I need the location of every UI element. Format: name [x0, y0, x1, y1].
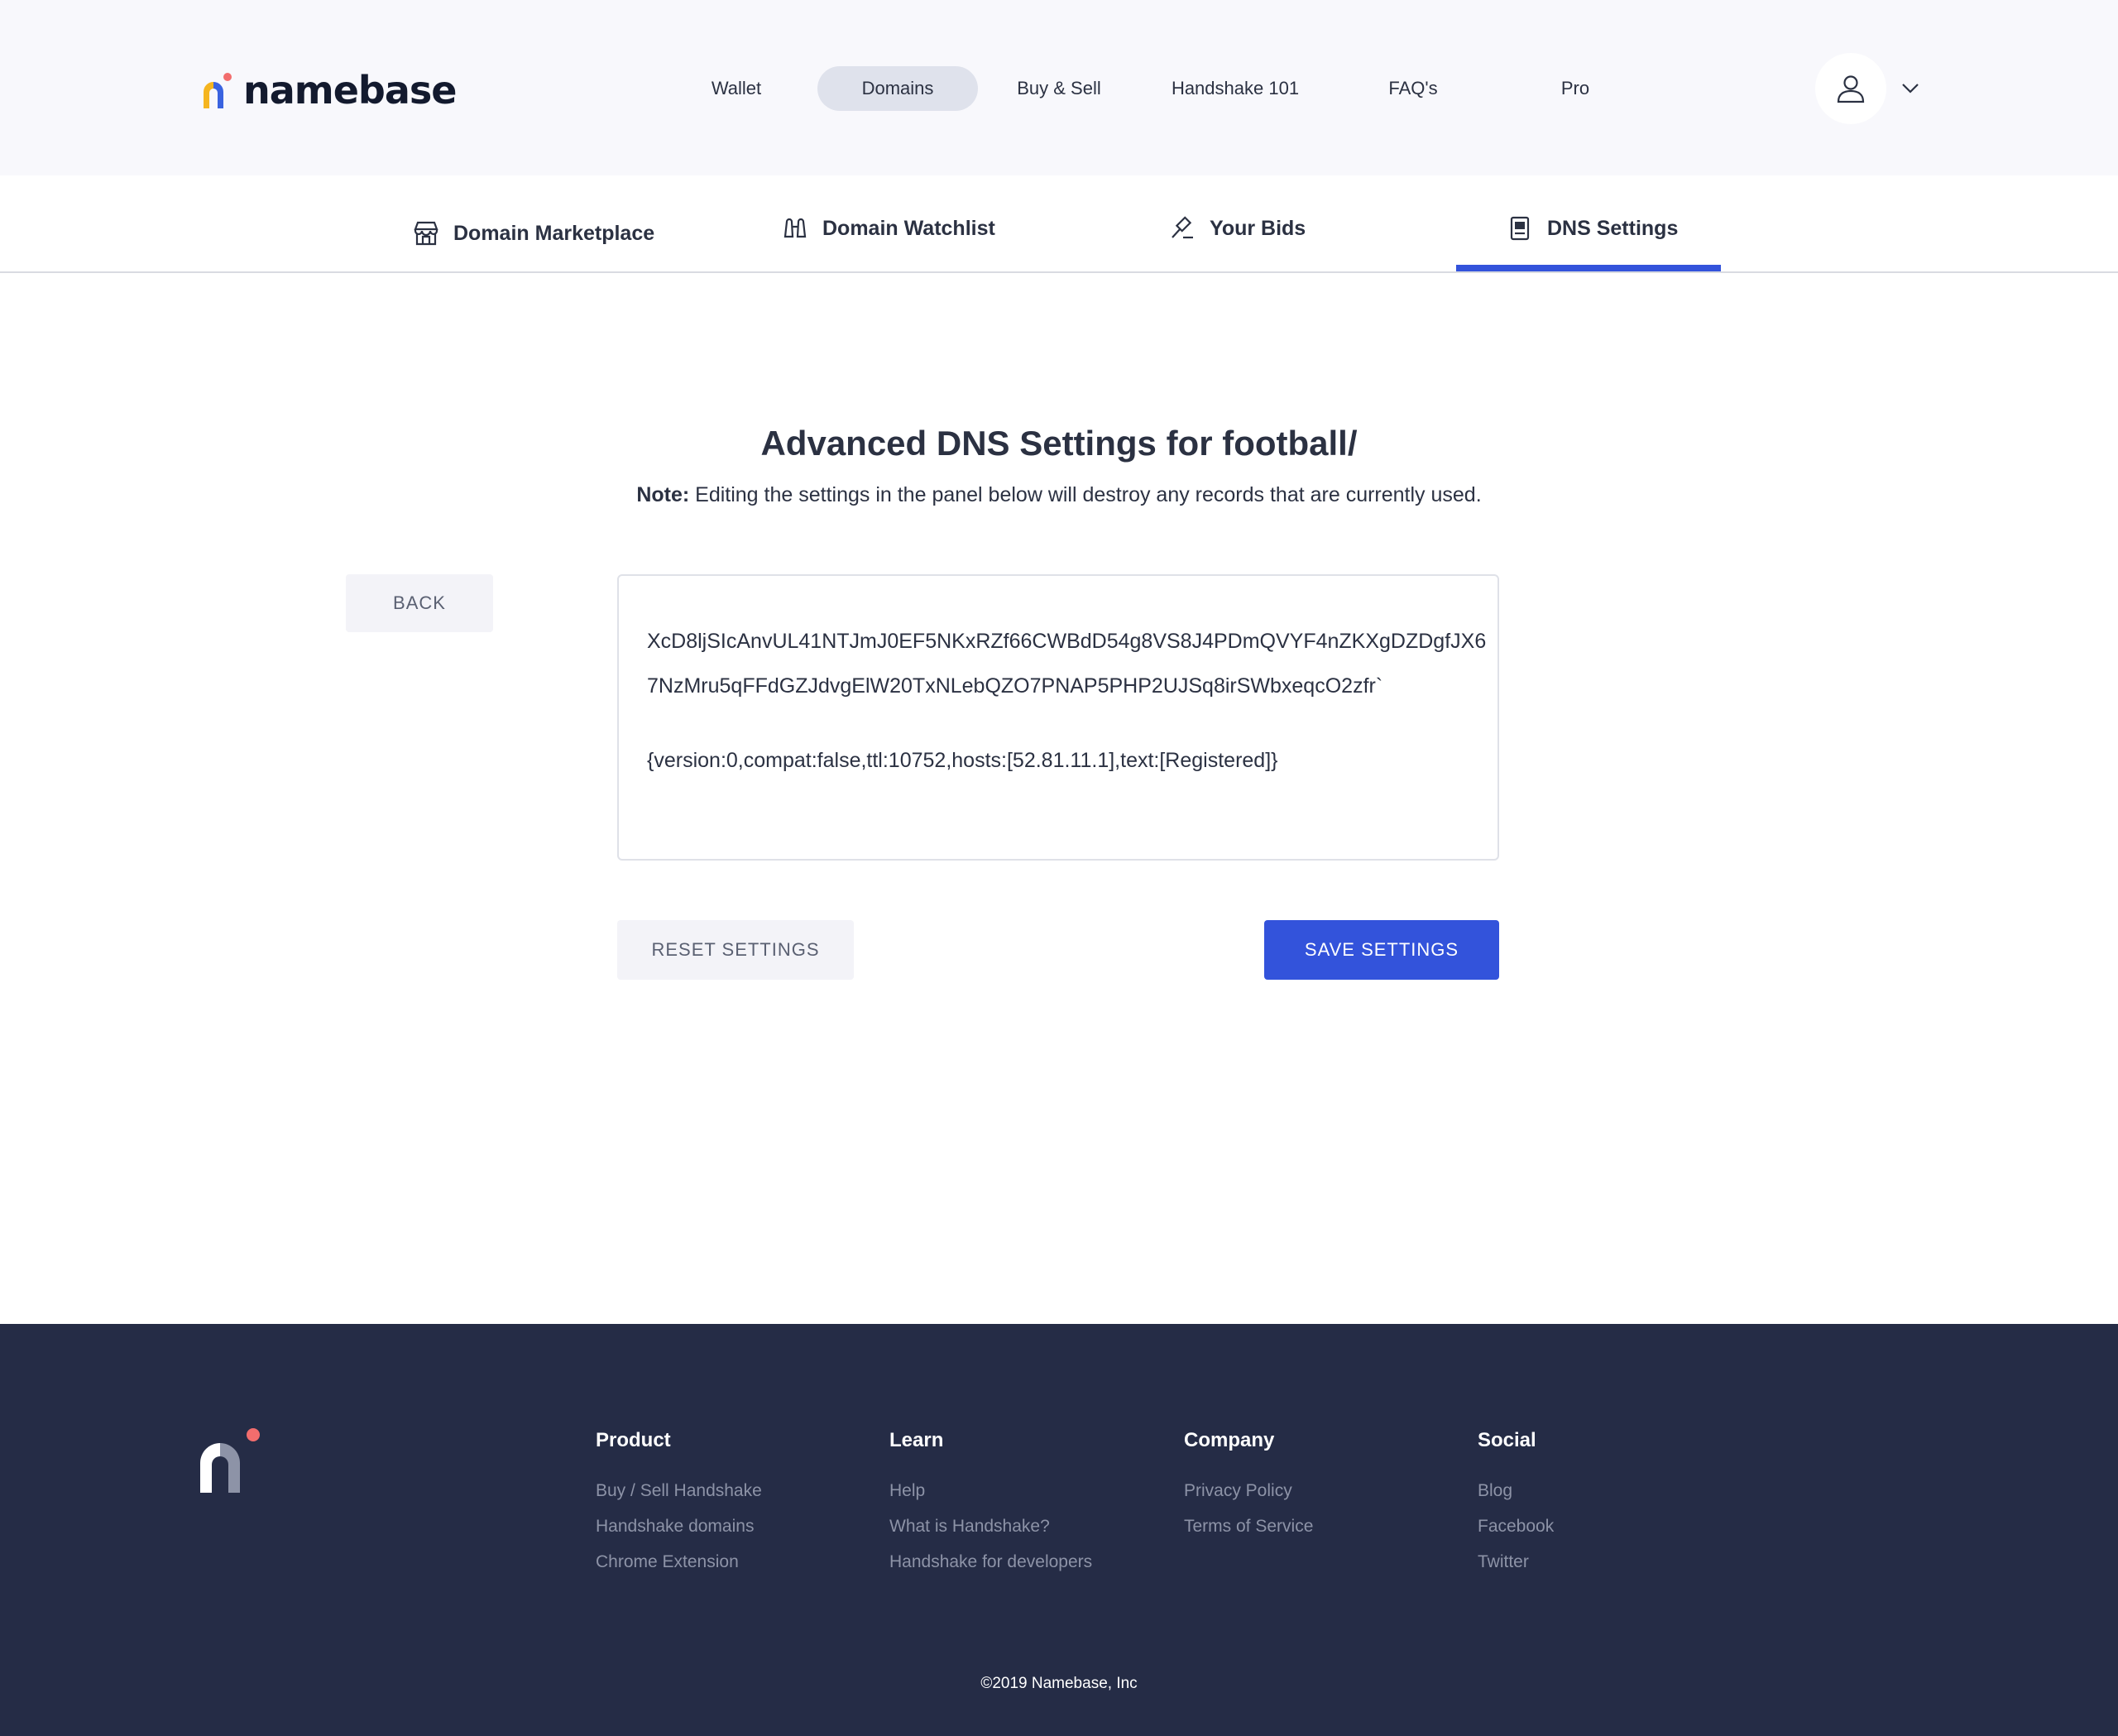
- site-footer: Product Buy / Sell Handshake Handshake d…: [0, 1324, 2118, 1736]
- footer-link[interactable]: Terms of Service: [1184, 1508, 1313, 1544]
- footer-column-company: Company Privacy Policy Terms of Service: [1184, 1427, 1313, 1544]
- account-menu-toggle[interactable]: [1900, 78, 1921, 99]
- editor-blank-line: [647, 708, 1471, 738]
- footer-heading: Learn: [889, 1429, 944, 1451]
- warning-note: Note: Editing the settings in the panel …: [0, 483, 2118, 507]
- top-navigation: namebase Wallet Domains Buy & Sell Hands…: [0, 0, 2118, 175]
- nav-domains[interactable]: Domains: [817, 66, 978, 111]
- namebase-mark-icon: [204, 73, 232, 108]
- tab-domain-marketplace-label: Domain Marketplace: [453, 221, 655, 245]
- tab-domain-watchlist[interactable]: Domain Watchlist: [781, 212, 995, 245]
- editor-line: {version:0,compat:false,ttl:10752,hosts:…: [647, 749, 1278, 772]
- footer-logo[interactable]: [200, 1427, 261, 1493]
- nav-pro[interactable]: Pro: [1534, 66, 1617, 111]
- tab-domain-marketplace[interactable]: Domain Marketplace: [412, 217, 654, 250]
- tab-dns-settings[interactable]: DNS Settings: [1506, 212, 1678, 245]
- storefront-icon: [412, 219, 440, 247]
- editor-line: XcD8ljSIcAnvUL41NTJmJ0EF5NKxRZf66CWBdD54…: [647, 630, 1487, 653]
- footer-link[interactable]: Help: [889, 1473, 1092, 1508]
- footer-heading: Social: [1478, 1429, 1536, 1451]
- footer-heading: Company: [1184, 1429, 1275, 1451]
- footer-link[interactable]: Twitter: [1478, 1544, 1554, 1580]
- footer-link[interactable]: Privacy Policy: [1184, 1473, 1313, 1508]
- brand-name: namebase: [243, 68, 457, 113]
- nav-handshake-101[interactable]: Handshake 101: [1158, 66, 1312, 111]
- save-settings-button[interactable]: SAVE SETTINGS: [1264, 920, 1499, 980]
- domain-subtabs: Domain Marketplace Domain Watchlist Your…: [0, 175, 2118, 273]
- copyright-text: ©2019 Namebase, Inc: [980, 1675, 1138, 1692]
- footer-column-learn: Learn Help What is Handshake? Handshake …: [889, 1427, 1092, 1580]
- tab-domain-watchlist-label: Domain Watchlist: [822, 216, 995, 240]
- page-title: Advanced DNS Settings for football/: [760, 424, 1358, 463]
- footer-link[interactable]: Handshake for developers: [889, 1544, 1092, 1580]
- footer-link[interactable]: Facebook: [1478, 1508, 1554, 1544]
- reset-settings-button[interactable]: RESET SETTINGS: [617, 920, 854, 980]
- document-icon: [1506, 214, 1534, 242]
- footer-link[interactable]: What is Handshake?: [889, 1508, 1092, 1544]
- back-button[interactable]: BACK: [346, 574, 493, 632]
- dns-records-editor[interactable]: XcD8ljSIcAnvUL41NTJmJ0EF5NKxRZf66CWBdD54…: [617, 574, 1499, 861]
- footer-column-product: Product Buy / Sell Handshake Handshake d…: [596, 1427, 762, 1580]
- footer-link[interactable]: Chrome Extension: [596, 1544, 762, 1580]
- active-tab-indicator: [1456, 265, 1721, 271]
- note-text: Editing the settings in the panel below …: [689, 483, 1482, 506]
- footer-link[interactable]: Handshake domains: [596, 1508, 762, 1544]
- chevron-down-icon: [1902, 84, 1919, 94]
- user-avatar-button[interactable]: [1815, 53, 1886, 124]
- footer-column-social: Social Blog Facebook Twitter: [1478, 1427, 1554, 1580]
- tab-your-bids-label: Your Bids: [1210, 216, 1306, 240]
- namebase-logo[interactable]: namebase: [200, 68, 457, 113]
- nav-faqs[interactable]: FAQ's: [1365, 66, 1461, 111]
- binoculars-icon: [781, 214, 809, 242]
- editor-line: 7NzMru5qFFdGZJdvgElW20TxNLebQZO7PNAP5PHP…: [647, 674, 1383, 698]
- footer-link[interactable]: Buy / Sell Handshake: [596, 1473, 762, 1508]
- tab-your-bids[interactable]: Your Bids: [1168, 212, 1306, 245]
- nav-buy-sell[interactable]: Buy & Sell: [1001, 66, 1117, 111]
- namebase-mark-icon: [200, 1428, 260, 1493]
- footer-link[interactable]: Blog: [1478, 1473, 1554, 1508]
- nav-wallet[interactable]: Wallet: [695, 66, 778, 111]
- gavel-icon: [1168, 214, 1196, 242]
- tab-dns-settings-label: DNS Settings: [1547, 216, 1679, 240]
- user-icon: [1837, 75, 1865, 103]
- footer-heading: Product: [596, 1429, 671, 1451]
- note-label: Note:: [636, 483, 690, 506]
